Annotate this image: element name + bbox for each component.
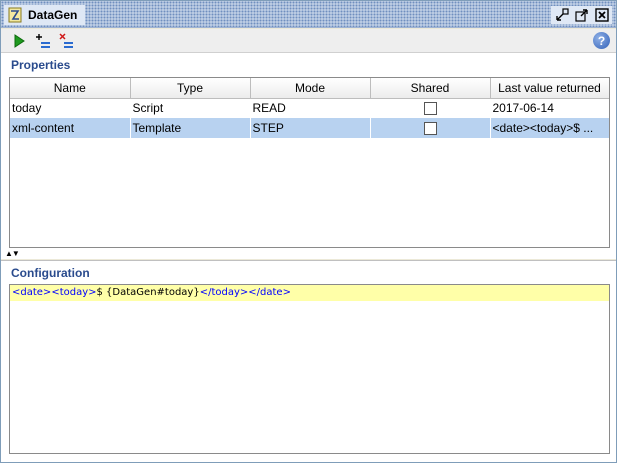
add-property-icon[interactable] <box>35 33 51 49</box>
table-row[interactable]: today Script READ 2017-06-14 <box>10 98 609 118</box>
table-header-row: Name Type Mode Shared Last value returne… <box>10 78 609 99</box>
maximize-icon[interactable] <box>573 6 590 23</box>
configuration-header: Configuration <box>1 263 616 283</box>
cell-type[interactable]: Template <box>130 118 250 138</box>
datagen-icon <box>8 7 22 23</box>
panel-splitter[interactable]: ▲▼ <box>1 249 616 259</box>
window-title: DataGen <box>28 8 78 22</box>
splitter-arrows-icon[interactable]: ▲▼ <box>5 249 20 259</box>
cell-last-value: 2017-06-14 <box>492 101 554 116</box>
title-buttons <box>551 6 612 24</box>
remove-property-icon[interactable] <box>58 33 74 49</box>
datagen-window: DataGen ? Properties Name Type Mode Shar… <box>0 0 617 463</box>
cell-shared <box>370 118 490 138</box>
editor-current-line[interactable]: <date><today>$ {DataGen#today}</today></… <box>10 285 609 301</box>
shared-checkbox[interactable] <box>423 122 437 136</box>
title-bar[interactable]: DataGen <box>1 1 616 28</box>
shared-checkbox[interactable] <box>423 102 437 116</box>
xml-tag: <today> <box>51 287 97 298</box>
cell-name[interactable]: xml-content <box>10 118 130 138</box>
help-icon[interactable]: ? <box>593 32 610 49</box>
cell-mode[interactable]: READ <box>250 98 370 118</box>
configuration-editor[interactable]: <date><today>$ {DataGen#today}</today></… <box>9 284 610 454</box>
close-icon[interactable] <box>593 6 610 23</box>
properties-panel: Properties Name Type Mode Shared Last va… <box>1 53 616 259</box>
title-chip: DataGen <box>4 5 86 25</box>
column-header-type[interactable]: Type <box>130 78 251 99</box>
column-header-mode[interactable]: Mode <box>250 78 371 99</box>
cell-last-value: <date><today>$ ... <box>490 118 609 138</box>
cell-shared <box>370 98 490 118</box>
toolbar: ? <box>1 29 616 53</box>
properties-table: Name Type Mode Shared Last value returne… <box>9 77 610 248</box>
column-header-shared[interactable]: Shared <box>370 78 491 99</box>
cell-name[interactable]: today <box>10 98 130 118</box>
template-expression: $ {DataGen#today} <box>96 287 200 298</box>
cell-mode[interactable]: STEP <box>250 118 370 138</box>
column-header-name[interactable]: Name <box>10 78 131 99</box>
xml-tag: </date> <box>248 287 291 298</box>
configuration-panel: Configuration <date><today>$ {DataGen#to… <box>1 261 616 462</box>
table-row[interactable]: xml-content Template STEP <date><today>$… <box>10 118 609 138</box>
column-header-last-value[interactable]: Last value returned <box>490 78 609 99</box>
xml-tag: <date> <box>12 287 52 298</box>
cell-type[interactable]: Script <box>130 98 250 118</box>
xml-tag: </today> <box>199 287 249 298</box>
play-icon[interactable] <box>11 33 27 49</box>
minimize-icon[interactable] <box>553 6 570 23</box>
properties-header: Properties <box>1 55 616 75</box>
